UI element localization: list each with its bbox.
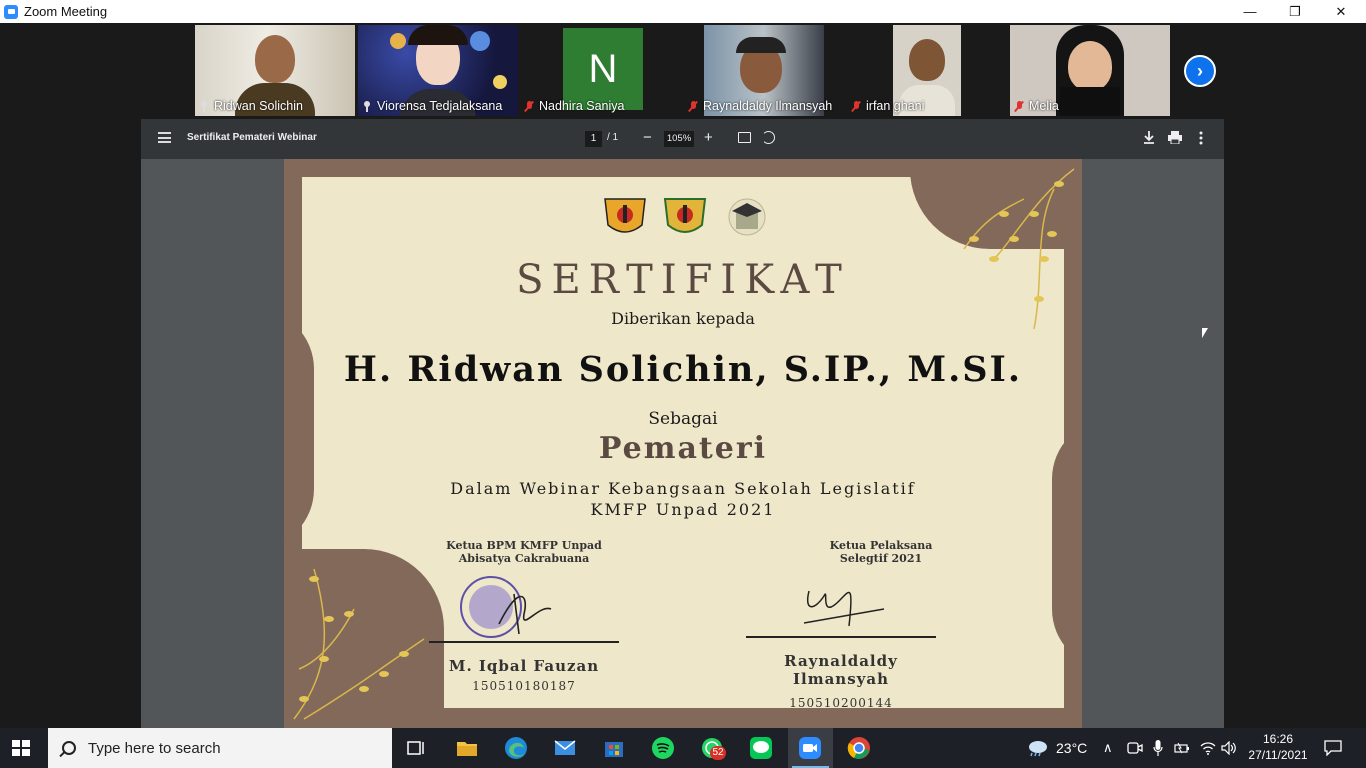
participant-tile[interactable]: Ridwan Solichin: [195, 25, 355, 116]
event-line-1: Dalam Webinar Kebangsaan Sekolah Legisla…: [450, 479, 916, 498]
zoom-title-bar: Zoom Meeting — ❐ ✕: [0, 0, 1366, 23]
speaker-volume-icon[interactable]: [1221, 728, 1237, 768]
signer-right-name-block: Raynaldaldy Ilmansyah 150510200144: [784, 652, 898, 710]
rotate-icon[interactable]: [762, 131, 775, 144]
microphone-icon[interactable]: [1153, 728, 1163, 768]
zoom-taskbar-button-active[interactable]: [788, 728, 833, 768]
shared-screen-pdf-viewer: Sertifikat Pemateri Webinar 1 / 1 − 105%…: [141, 119, 1224, 728]
cloud-rain-icon: [1029, 741, 1047, 757]
notification-badge: 52: [710, 746, 726, 760]
page-number-input[interactable]: 1: [585, 131, 602, 147]
certificate-heading: SERTIFIKAT: [516, 257, 850, 303]
as-text: Sebagai: [648, 409, 718, 429]
meet-now-icon[interactable]: [1127, 728, 1143, 768]
participant-name: Nadhira Saniya: [524, 98, 624, 114]
chevron-right-icon: ›: [1197, 60, 1203, 81]
zoom-out-button[interactable]: −: [643, 129, 652, 147]
muted-mic-icon: [1014, 100, 1024, 112]
role-text: Pemateri: [598, 431, 768, 466]
recipient-name: H. Ridwan Solichin, S.IP., M.SI.: [343, 349, 1023, 390]
line-app-icon[interactable]: [749, 736, 773, 760]
more-options-icon[interactable]: [1199, 131, 1203, 150]
restore-button[interactable]: ❐: [1272, 0, 1318, 23]
sekolah-legislatif-logo: [724, 195, 770, 239]
windows-taskbar: Type here to search 52 23°C ∧ 16:26 27/1…: [0, 728, 1366, 768]
muted-mic-icon: [524, 100, 534, 112]
certificate-page: SERTIFIKAT Diberikan kepada H. Ridwan So…: [284, 159, 1082, 728]
taskbar-clock[interactable]: 16:26 27/11/2021: [1244, 731, 1312, 763]
pin-icon: [199, 100, 209, 112]
signer-left-name-block: M. Iqbal Fauzan 150510180187: [448, 657, 600, 693]
search-placeholder: Type here to search: [88, 739, 221, 757]
muted-mic-icon: [688, 100, 698, 112]
muted-mic-icon: [851, 100, 861, 112]
zoom-logo-icon: [4, 4, 18, 19]
stamp-and-signature: [460, 576, 552, 638]
spotify-icon[interactable]: [651, 736, 675, 760]
chevron-up-icon[interactable]: ∧: [1103, 728, 1113, 768]
close-button[interactable]: ✕: [1318, 0, 1364, 23]
zoom-level-input[interactable]: 105%: [664, 131, 694, 147]
task-view-icon[interactable]: [405, 736, 429, 760]
clock-time: 16:26: [1262, 732, 1294, 746]
gold-leaves-decoration: [293, 568, 425, 720]
participant-tile[interactable]: Raynaldaldy Ilmansyah: [684, 25, 844, 116]
clock-date: 27/11/2021: [1248, 748, 1308, 762]
participant-name: irfan ghani: [851, 98, 924, 114]
windows-start-icon[interactable]: [12, 740, 30, 756]
download-icon[interactable]: [1143, 130, 1155, 149]
chrome-browser-icon[interactable]: [847, 736, 871, 760]
menu-icon[interactable]: [158, 132, 171, 143]
fit-page-icon[interactable]: [738, 132, 751, 143]
search-icon: [62, 741, 76, 755]
window-title: Zoom Meeting: [24, 4, 108, 19]
unpad-logo: [602, 195, 648, 239]
print-icon[interactable]: [1168, 131, 1182, 149]
participant-tile[interactable]: irfan ghani: [847, 25, 1007, 116]
participant-name: Viorensa Tedjalaksana: [362, 98, 502, 114]
temperature: 23°C: [1056, 740, 1088, 756]
signer-right: Ketua Pelaksana Selegtif 2021: [829, 539, 933, 565]
pdf-toolbar: Sertifikat Pemateri Webinar 1 / 1 − 105%…: [141, 119, 1224, 159]
participant-name: Ridwan Solichin: [199, 98, 303, 114]
participant-name: Melia: [1014, 98, 1059, 114]
minimize-button[interactable]: —: [1227, 0, 1273, 23]
signature: [803, 590, 885, 627]
weather-widget[interactable]: 23°C: [1026, 728, 1087, 768]
edge-browser-icon[interactable]: [504, 736, 528, 760]
action-center-icon[interactable]: [1324, 728, 1342, 768]
whatsapp-icon[interactable]: 52: [700, 736, 726, 760]
battery-icon[interactable]: [1174, 728, 1190, 768]
pin-icon: [362, 100, 372, 112]
page-total: / 1: [607, 132, 619, 143]
signer-left: Ketua BPM KMFP Unpad Abisatya Cakrabuana: [446, 539, 602, 565]
signature-line: [746, 636, 936, 638]
signature-line: [429, 641, 619, 643]
event-line-2: KMFP Unpad 2021: [590, 500, 776, 519]
taskbar-search-box[interactable]: Type here to search: [48, 728, 392, 768]
document-title: Sertifikat Pemateri Webinar: [187, 132, 317, 143]
wifi-icon[interactable]: [1200, 728, 1216, 768]
participant-tile[interactable]: Melia: [1010, 25, 1170, 116]
participant-tile[interactable]: N Nadhira Saniya: [520, 25, 680, 116]
participant-tile-active-speaker[interactable]: Viorensa Tedjalaksana: [358, 25, 518, 116]
microsoft-store-icon[interactable]: [602, 736, 626, 760]
mouse-cursor-icon: [1202, 328, 1208, 338]
given-to-text: Diberikan kepada: [611, 309, 755, 328]
fisip-logo: [662, 195, 708, 239]
meeting-area: Ridwan Solichin Viorensa Tedjalaksana N …: [0, 23, 1366, 728]
mail-icon[interactable]: [553, 736, 577, 760]
next-participants-button[interactable]: ›: [1184, 55, 1216, 87]
participant-name: Raynaldaldy Ilmansyah: [688, 98, 832, 114]
file-explorer-icon[interactable]: [455, 736, 479, 760]
zoom-app-icon: [799, 737, 821, 759]
zoom-in-button[interactable]: +: [704, 129, 713, 147]
